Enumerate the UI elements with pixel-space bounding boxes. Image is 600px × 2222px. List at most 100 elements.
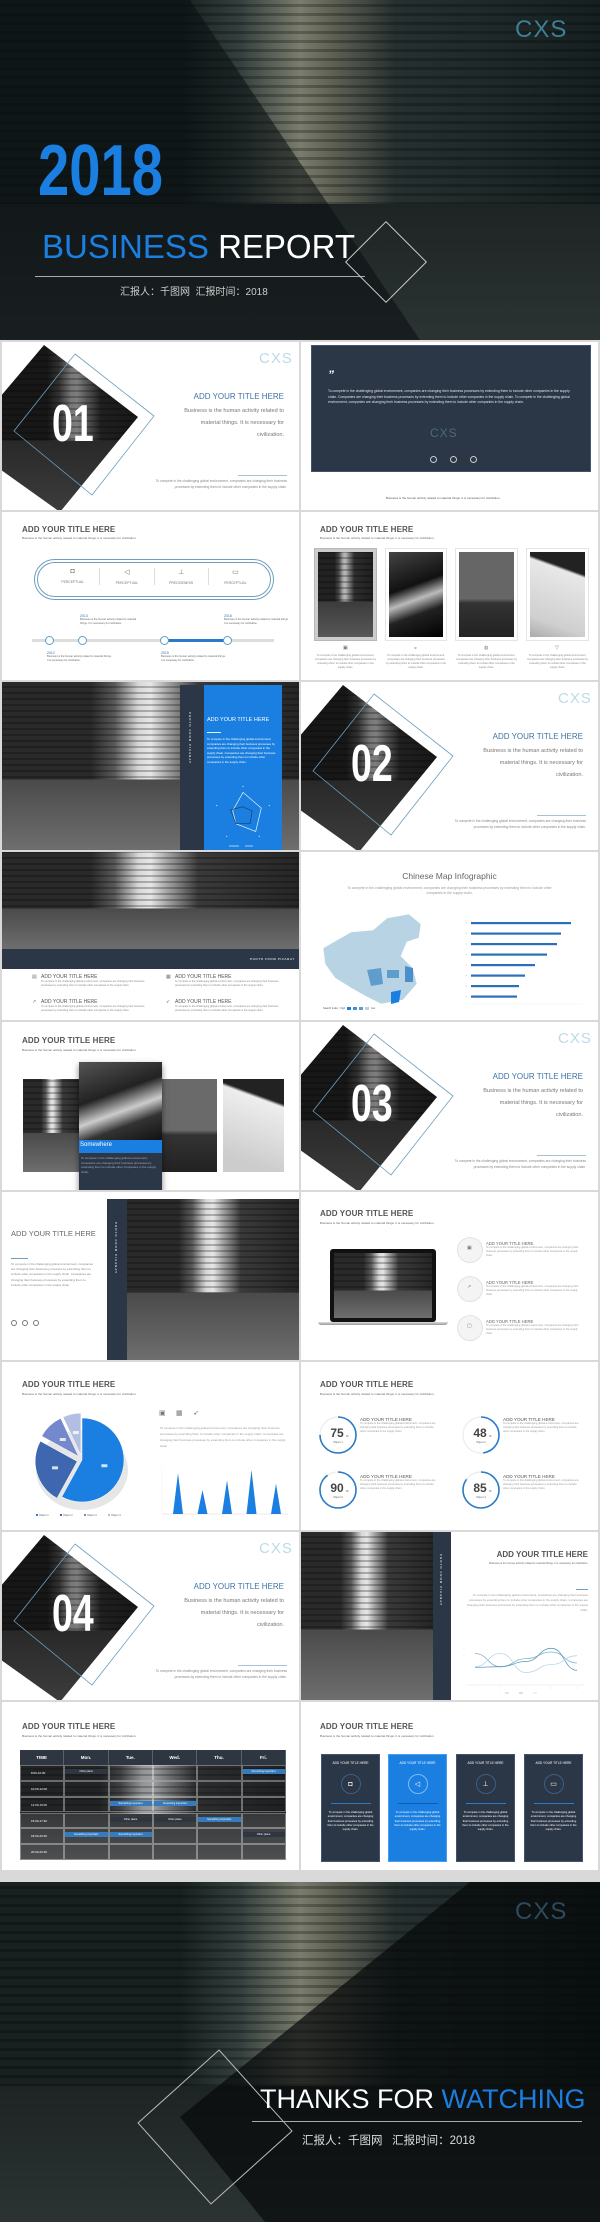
legend-item: Object 4	[108, 1513, 121, 1517]
schedule-event[interactable]: Something important.	[109, 1800, 152, 1806]
list-item: ADD YOUR TITLE HERE To compete in the cha…	[486, 1319, 579, 1335]
facebook-icon[interactable]	[450, 456, 457, 463]
pill-items: ◘ PERCEPTUAL ◁ PERCEPTUAL ⊥ PRECISENESS ▭ PE…	[46, 568, 262, 585]
linkedin-icon[interactable]	[470, 456, 477, 463]
schedule-event[interactable]: Other plans.	[109, 1816, 152, 1822]
card-text: To compete in the challenging global env…	[530, 1810, 577, 1832]
divider	[537, 1155, 586, 1156]
divider	[465, 1803, 506, 1804]
radar-axis-label	[242, 785, 244, 787]
y-tick	[463, 1662, 465, 1664]
feature-item: ADD YOUR TITLE HERE To compete in the cha…	[175, 974, 279, 987]
gallery-photo[interactable]	[23, 1079, 83, 1172]
timeline-node[interactable]	[160, 636, 169, 645]
card-title: ADD YOUR TITLE HERE	[332, 1761, 369, 1765]
legend-label: Object 4	[111, 1513, 121, 1517]
pill-item: ▭ PERCEPTUAL	[209, 568, 262, 585]
schedule-event[interactable]: Something important.	[65, 1832, 108, 1838]
card-text: To compete in the challenging global env…	[394, 1810, 441, 1832]
feature-card[interactable]: ADD YOUR TITLE HERE ◁ To compete in the …	[388, 1754, 447, 1862]
radar-axis-label	[268, 804, 270, 807]
table-cell: 18:00-20:30	[20, 1828, 65, 1845]
ring-value: 75	[330, 1426, 344, 1440]
schedule-event[interactable]: Other plans.	[65, 1769, 108, 1774]
photo-caption: To compete in the challenging global env…	[456, 654, 517, 669]
panel-title: ADD YOUR TITLE HERE	[207, 717, 270, 723]
schedule-event[interactable]: Other plans.	[154, 1816, 197, 1822]
slide-title: ADD YOUR TITLE HERE	[496, 1550, 588, 1559]
legend-swatch	[60, 1514, 62, 1516]
y-tick	[463, 1648, 465, 1649]
ring-value: 90	[330, 1481, 344, 1495]
map-region-highlight	[391, 990, 401, 1004]
twitter-icon[interactable]	[430, 456, 437, 463]
twitter-icon[interactable]	[11, 1320, 17, 1326]
slide-subtitle: Business is the human activity related t…	[320, 536, 435, 540]
card-photo	[79, 1062, 162, 1140]
bar-label	[465, 964, 467, 966]
map-region-highlight	[405, 966, 413, 982]
schedule-event[interactable]: Something important.	[109, 1832, 152, 1838]
card-text: To compete in the challenging global env…	[462, 1810, 509, 1832]
gallery-photo[interactable]	[223, 1079, 284, 1172]
slice-label	[59, 1438, 66, 1442]
schedule-event[interactable]: Other plans.	[242, 1832, 285, 1838]
facebook-icon[interactable]	[22, 1320, 28, 1326]
card-title: ADD YOUR TITLE HERE	[535, 1761, 572, 1765]
bar	[471, 932, 561, 935]
timeline-node[interactable]	[223, 636, 232, 645]
slide-title: ADD YOUR TITLE HERE	[22, 1380, 116, 1389]
slide-subtitle: Business is the human activity related t…	[22, 1048, 137, 1052]
slide-title: ADD YOUR TITLE HERE	[320, 1722, 414, 1731]
table-cell	[197, 1828, 242, 1845]
feature-card[interactable]: ADD YOUR TITLE HERE ▭ To compete in the …	[524, 1754, 583, 1862]
card-text: To compete in the challenging global env…	[327, 1810, 374, 1832]
timeline-progress	[165, 639, 228, 642]
section-title: ADD YOUR TITLE HERE	[193, 1582, 284, 1591]
spike-bar	[271, 1483, 281, 1514]
side-stripe	[180, 685, 204, 850]
slide-title: ADD YOUR TITLE HERE	[11, 1229, 96, 1238]
gallery-photo[interactable]	[157, 1079, 217, 1172]
y-tick	[463, 1684, 465, 1686]
gallery-card-active[interactable]: Somewhere To compete in the challenging …	[79, 1062, 162, 1190]
body-text: To compete in the challenging global env…	[160, 1426, 286, 1448]
feature-item: ADD YOUR TITLE HERE To compete in the cha…	[41, 974, 145, 987]
legend-label: Object 2	[63, 1513, 73, 1517]
bar-label	[465, 954, 467, 955]
ring-label: Object 2	[476, 1440, 486, 1444]
bar	[471, 922, 571, 925]
timeline-slide: ADD YOUR TITLE HERE Business is the huma…	[2, 512, 299, 680]
schedule-event[interactable]: Something important.	[198, 1816, 241, 1822]
table-cell	[241, 1780, 286, 1797]
schedule-event[interactable]: Something important.	[242, 1769, 285, 1774]
thanks-subtitle: 汇报人：千图网 汇报时间：2018	[302, 2135, 476, 2147]
section-title: ADD YOUR TITLE HERE	[193, 392, 284, 401]
timeline-event: 2012 Business is the human activity relat…	[47, 651, 112, 662]
y-tick	[463, 1655, 465, 1656]
bar-label	[465, 943, 467, 945]
section-description: Business is the human activity related t…	[483, 748, 583, 778]
quote-text: To compete in the challenging global env…	[328, 389, 570, 404]
y-tick	[463, 1640, 465, 1642]
card-title: Somewhere	[79, 1140, 162, 1153]
feature-card[interactable]: ADD YOUR TITLE HERE ◘ To compete in the …	[321, 1754, 380, 1862]
schedule-event[interactable]: Something important.	[154, 1800, 197, 1806]
timeline-node[interactable]	[78, 636, 87, 645]
section-number: 04	[52, 1585, 94, 1643]
features-slide: PHOTO FROM PIXABAY ▤ ▦ ↗ ➶ ADD YOUR TITL…	[2, 852, 299, 1020]
cover-year: 2018	[38, 131, 163, 211]
pill-item: ⊥ PRECISENESS	[155, 568, 209, 585]
feature-card[interactable]: ADD YOUR TITLE HERE ⊥ To compete in the …	[456, 1754, 515, 1862]
linkedin-icon[interactable]	[33, 1320, 39, 1326]
divider	[207, 732, 221, 733]
divider	[252, 2121, 582, 2122]
table-header: Mon.	[64, 1750, 109, 1765]
section-number: 03	[351, 1075, 393, 1133]
calendar-icon: ▦	[166, 974, 171, 980]
table-cell	[153, 1765, 198, 1781]
x-tick	[474, 1687, 476, 1689]
section-body: To compete in the challenging global env…	[454, 1159, 586, 1169]
timeline-node[interactable]	[45, 636, 54, 645]
slice-label	[72, 1431, 79, 1435]
